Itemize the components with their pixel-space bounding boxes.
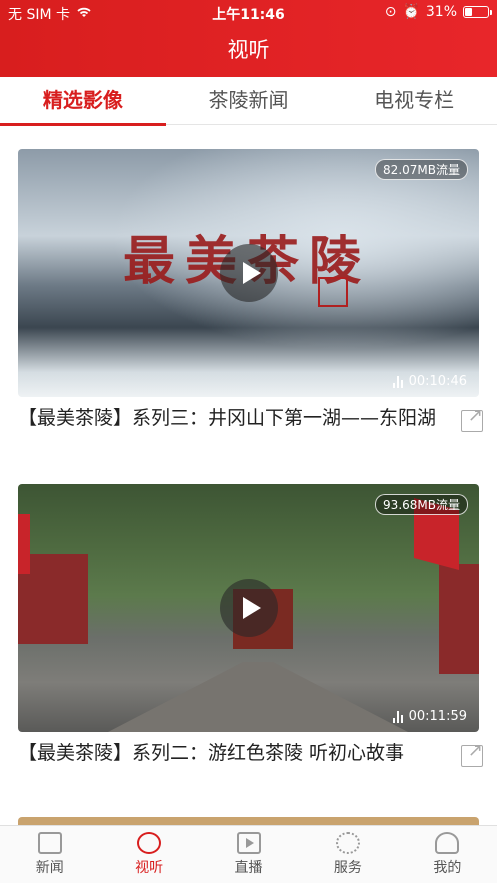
share-icon[interactable] [461,405,483,432]
play-button[interactable] [219,579,278,637]
rotation-lock-icon: ⊙ [384,4,397,20]
service-icon [335,832,360,854]
signal-bars-icon [392,375,403,388]
page-title: 视听 [227,38,270,62]
data-usage-badge: 93.68MB流量 [375,494,468,515]
duration-label: 00:11:59 [392,709,467,724]
news-icon [37,832,62,854]
video-title[interactable]: 【最美茶陵】系列二：游红色茶陵 听初心故事 [18,740,438,767]
duration-text: 00:10:46 [408,374,467,389]
status-bar: 无 SIM 卡 上午11:46 ⊙ ⏰ 31% [0,0,497,26]
battery-percent: 31% [425,4,457,20]
nav-profile[interactable]: 我的 [398,826,497,883]
tab-chaling-news[interactable]: 茶陵新闻 [166,77,332,124]
data-usage-badge: 82.07MB流量 [375,159,468,180]
tab-tv-column[interactable]: 电视专栏 [331,77,497,124]
nav-audio-video[interactable]: 视听 [99,826,198,883]
video-thumbnail[interactable]: 93.68MB流量 00:11:59 [18,484,479,732]
signal-bars-icon [392,710,403,723]
share-icon[interactable] [461,740,483,767]
battery-icon [463,6,492,18]
planet-icon [137,832,162,854]
red-flag [18,514,30,574]
play-button[interactable] [219,244,278,302]
alarm-icon: ⏰ [402,4,420,20]
nav-live[interactable]: 直播 [199,826,298,883]
duration-text: 00:11:59 [408,709,467,724]
nav-service[interactable]: 服务 [298,826,397,883]
live-icon [236,832,261,854]
seal-stamp [318,277,348,307]
app-header: 无 SIM 卡 上午11:46 ⊙ ⏰ 31% 视听 [0,0,497,77]
nav-news[interactable]: 新闻 [0,826,99,883]
duration-label: 00:10:46 [392,374,467,389]
tab-featured[interactable]: 精选影像 [0,77,166,126]
video-thumbnail[interactable]: 最美茶陵 82.07MB流量 00:10:46 [18,149,479,397]
video-title[interactable]: 【最美茶陵】系列三：井冈山下第一湖——东阳湖 [18,405,438,432]
bottom-nav: 新闻 视听 直播 服务 我的 [0,825,497,883]
category-tabs: 精选影像 茶陵新闻 电视专栏 [0,77,497,126]
profile-icon [435,832,460,854]
